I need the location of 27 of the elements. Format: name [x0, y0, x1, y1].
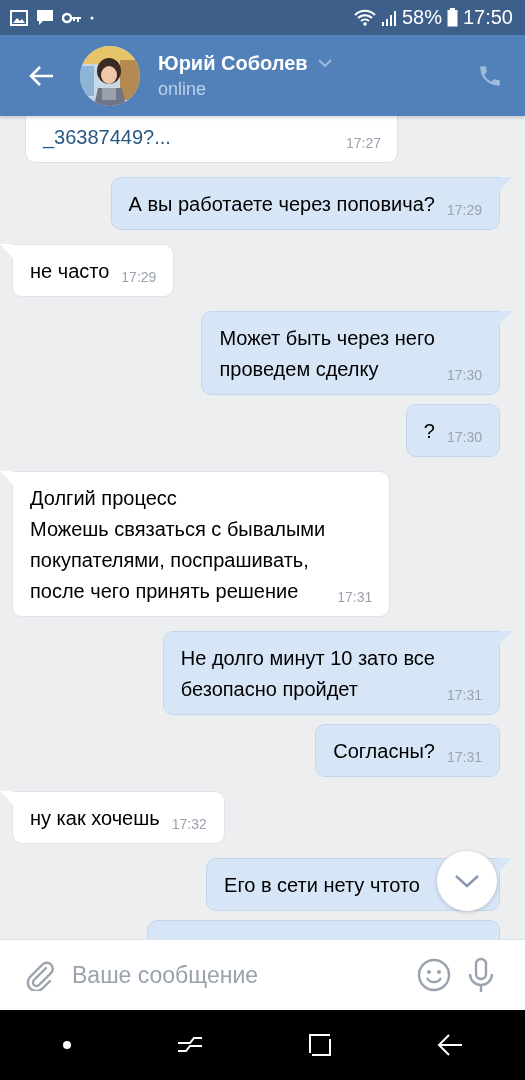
message-text: не часто: [30, 259, 110, 284]
message-time: 17:29: [446, 202, 482, 218]
message-text: Долгий процесс Можешь связаться с бывалыми покупателями, поспрашивать, после чего принять решение: [30, 486, 326, 604]
message-time: 17:31: [446, 687, 482, 703]
battery-percent: 58%: [401, 6, 442, 29]
message-bubble[interactable]: _36387449?... 17:27: [25, 116, 398, 163]
message-time: 17:32: [171, 816, 207, 832]
message-input[interactable]: Ваше сообщение: [70, 960, 401, 990]
message-time: 17:30: [446, 429, 482, 445]
message-text: Может быть через него проведем сделку: [219, 326, 435, 382]
contact-status: online: [158, 78, 208, 100]
contact-name[interactable]: Юрий Соболев: [158, 51, 308, 75]
message-text: А вы работаете через поповича?: [128, 192, 435, 217]
message-time: 17:31: [337, 589, 373, 605]
message-bubble[interactable]: ? 17:30: [405, 404, 500, 457]
message-time: 17:31: [446, 749, 482, 765]
message-text: ну как хочешь: [30, 806, 160, 831]
message-text: _36387449?...: [43, 125, 171, 151]
clock: 17:50: [462, 6, 513, 29]
message-time: 17:27: [345, 135, 381, 151]
message-bubble[interactable]: Согласны? 17:31: [315, 724, 500, 777]
message-time: 17:29: [121, 269, 157, 285]
message-text: Его в сети нету чтото: [224, 873, 420, 898]
message-text: ?: [423, 419, 435, 444]
message-time: 17:30: [446, 367, 482, 383]
message-text: Согласны?: [333, 739, 435, 764]
message-text: Не долго минут 10 зато все безопасно пройдет: [180, 646, 435, 702]
